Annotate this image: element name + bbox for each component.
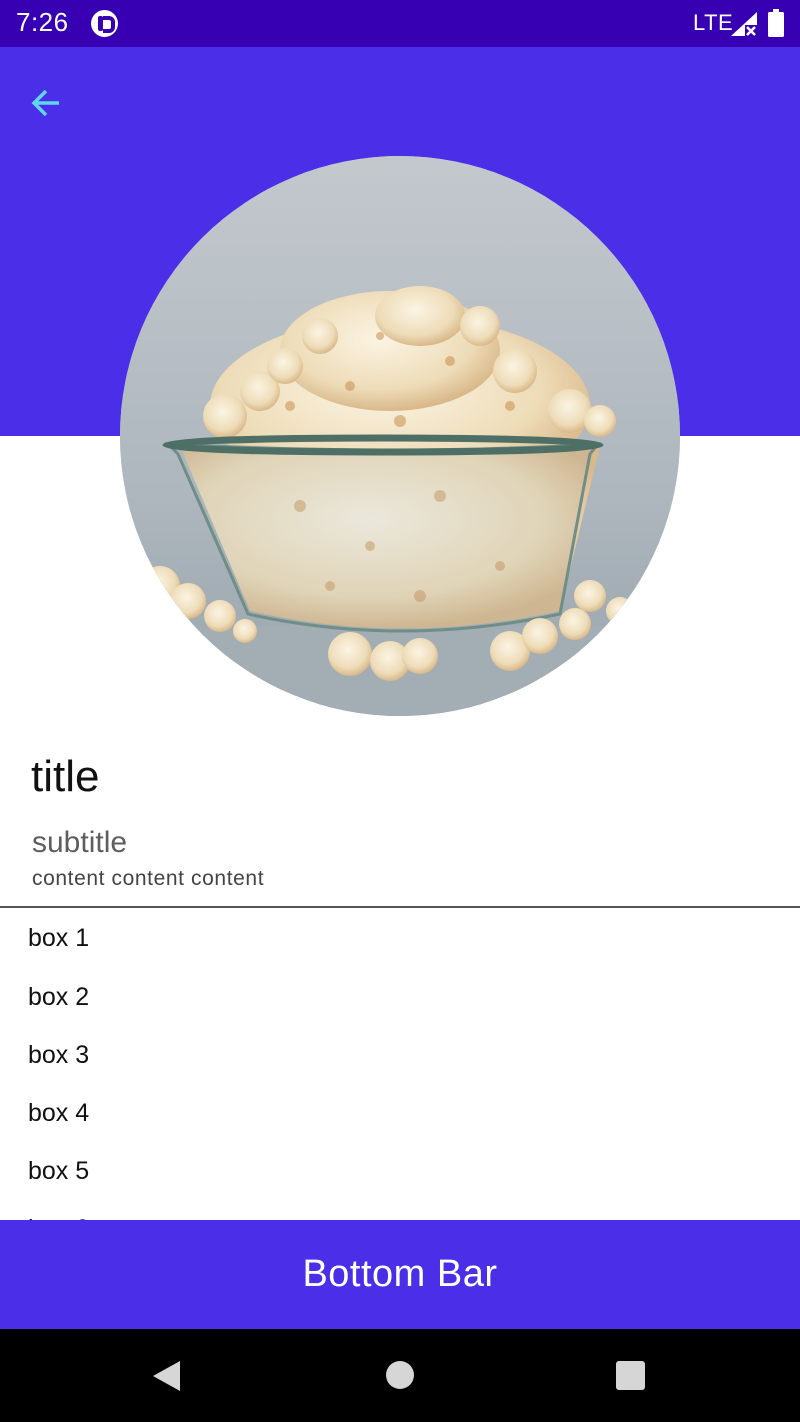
network-type: LTE — [693, 10, 734, 35]
list-item: box 4 — [28, 1098, 90, 1127]
list-item: box 2 — [28, 982, 90, 1011]
list-item: box 6 — [0, 1200, 800, 1221]
list-item: box 3 — [28, 1040, 90, 1069]
list-item: box 5 — [28, 1156, 90, 1185]
nav-recents-icon[interactable] — [616, 1361, 645, 1390]
nav-back-icon[interactable] — [152, 1361, 182, 1391]
arrow-left-icon — [31, 89, 59, 117]
page-title: title — [31, 752, 100, 801]
bottom-bar: Bottom Bar — [0, 1220, 800, 1329]
battery-icon — [768, 9, 784, 37]
back-button[interactable] — [22, 79, 70, 127]
popcorn-bowl-photo — [120, 156, 680, 716]
nav-home-icon[interactable] — [386, 1361, 414, 1389]
status-bar: 7:26 LTE — [0, 0, 800, 47]
page-subtitle: subtitle — [32, 826, 128, 859]
bottom-bar-label: Bottom Bar — [302, 1253, 498, 1295]
status-time: 7:26 — [16, 7, 69, 37]
list-item: box 1 — [28, 923, 90, 952]
box-list[interactable]: box 1 box 2 box 3 box 4 box 5 box 6 — [0, 908, 800, 1221]
app-notification-icon — [91, 10, 118, 37]
hero-image — [120, 156, 680, 716]
signal-icon — [731, 12, 757, 36]
page-content-text: content content content — [32, 867, 265, 890]
